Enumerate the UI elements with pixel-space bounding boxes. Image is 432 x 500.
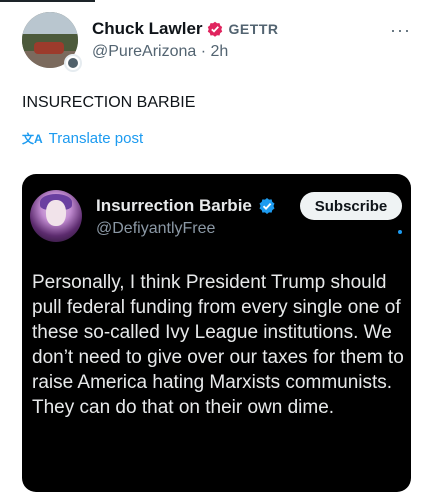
translate-label: Translate post xyxy=(48,130,144,147)
translate-post-link[interactable]: 文A Translate post xyxy=(22,130,143,147)
author-name[interactable]: Chuck Lawler xyxy=(92,19,203,39)
quoted-post-image[interactable]: Insurrection Barbie @DefiyantlyFree Subs… xyxy=(22,174,411,492)
verified-badge-icon xyxy=(259,198,275,214)
avatar-badge-icon xyxy=(64,54,82,72)
affiliation-label[interactable]: GETTR xyxy=(229,21,279,37)
quoted-handle: @DefiyantlyFree xyxy=(96,220,216,237)
author-name-row: Chuck Lawler GETTR xyxy=(92,19,279,39)
post-text: INSURECTION BARBIE xyxy=(22,94,196,111)
more-horizontal-icon[interactable]: ··· xyxy=(390,20,411,41)
top-divider xyxy=(0,0,95,2)
unread-dot-icon xyxy=(398,230,402,234)
quoted-body-text: Personally, I think President Trump shou… xyxy=(32,272,404,418)
meta-separator: · xyxy=(200,43,207,60)
quoted-name: Insurrection Barbie xyxy=(96,196,252,215)
post-time[interactable]: 2h xyxy=(211,43,229,60)
quoted-avatar xyxy=(30,190,82,242)
subscribe-button: Subscribe xyxy=(300,192,402,220)
translate-icon: 文A xyxy=(22,132,43,146)
quoted-name-row: Insurrection Barbie xyxy=(96,196,276,216)
gettr-logo-icon xyxy=(207,21,222,37)
author-handle[interactable]: @PureArizona xyxy=(92,43,196,60)
author-meta: @PureArizona · 2h xyxy=(92,43,228,61)
